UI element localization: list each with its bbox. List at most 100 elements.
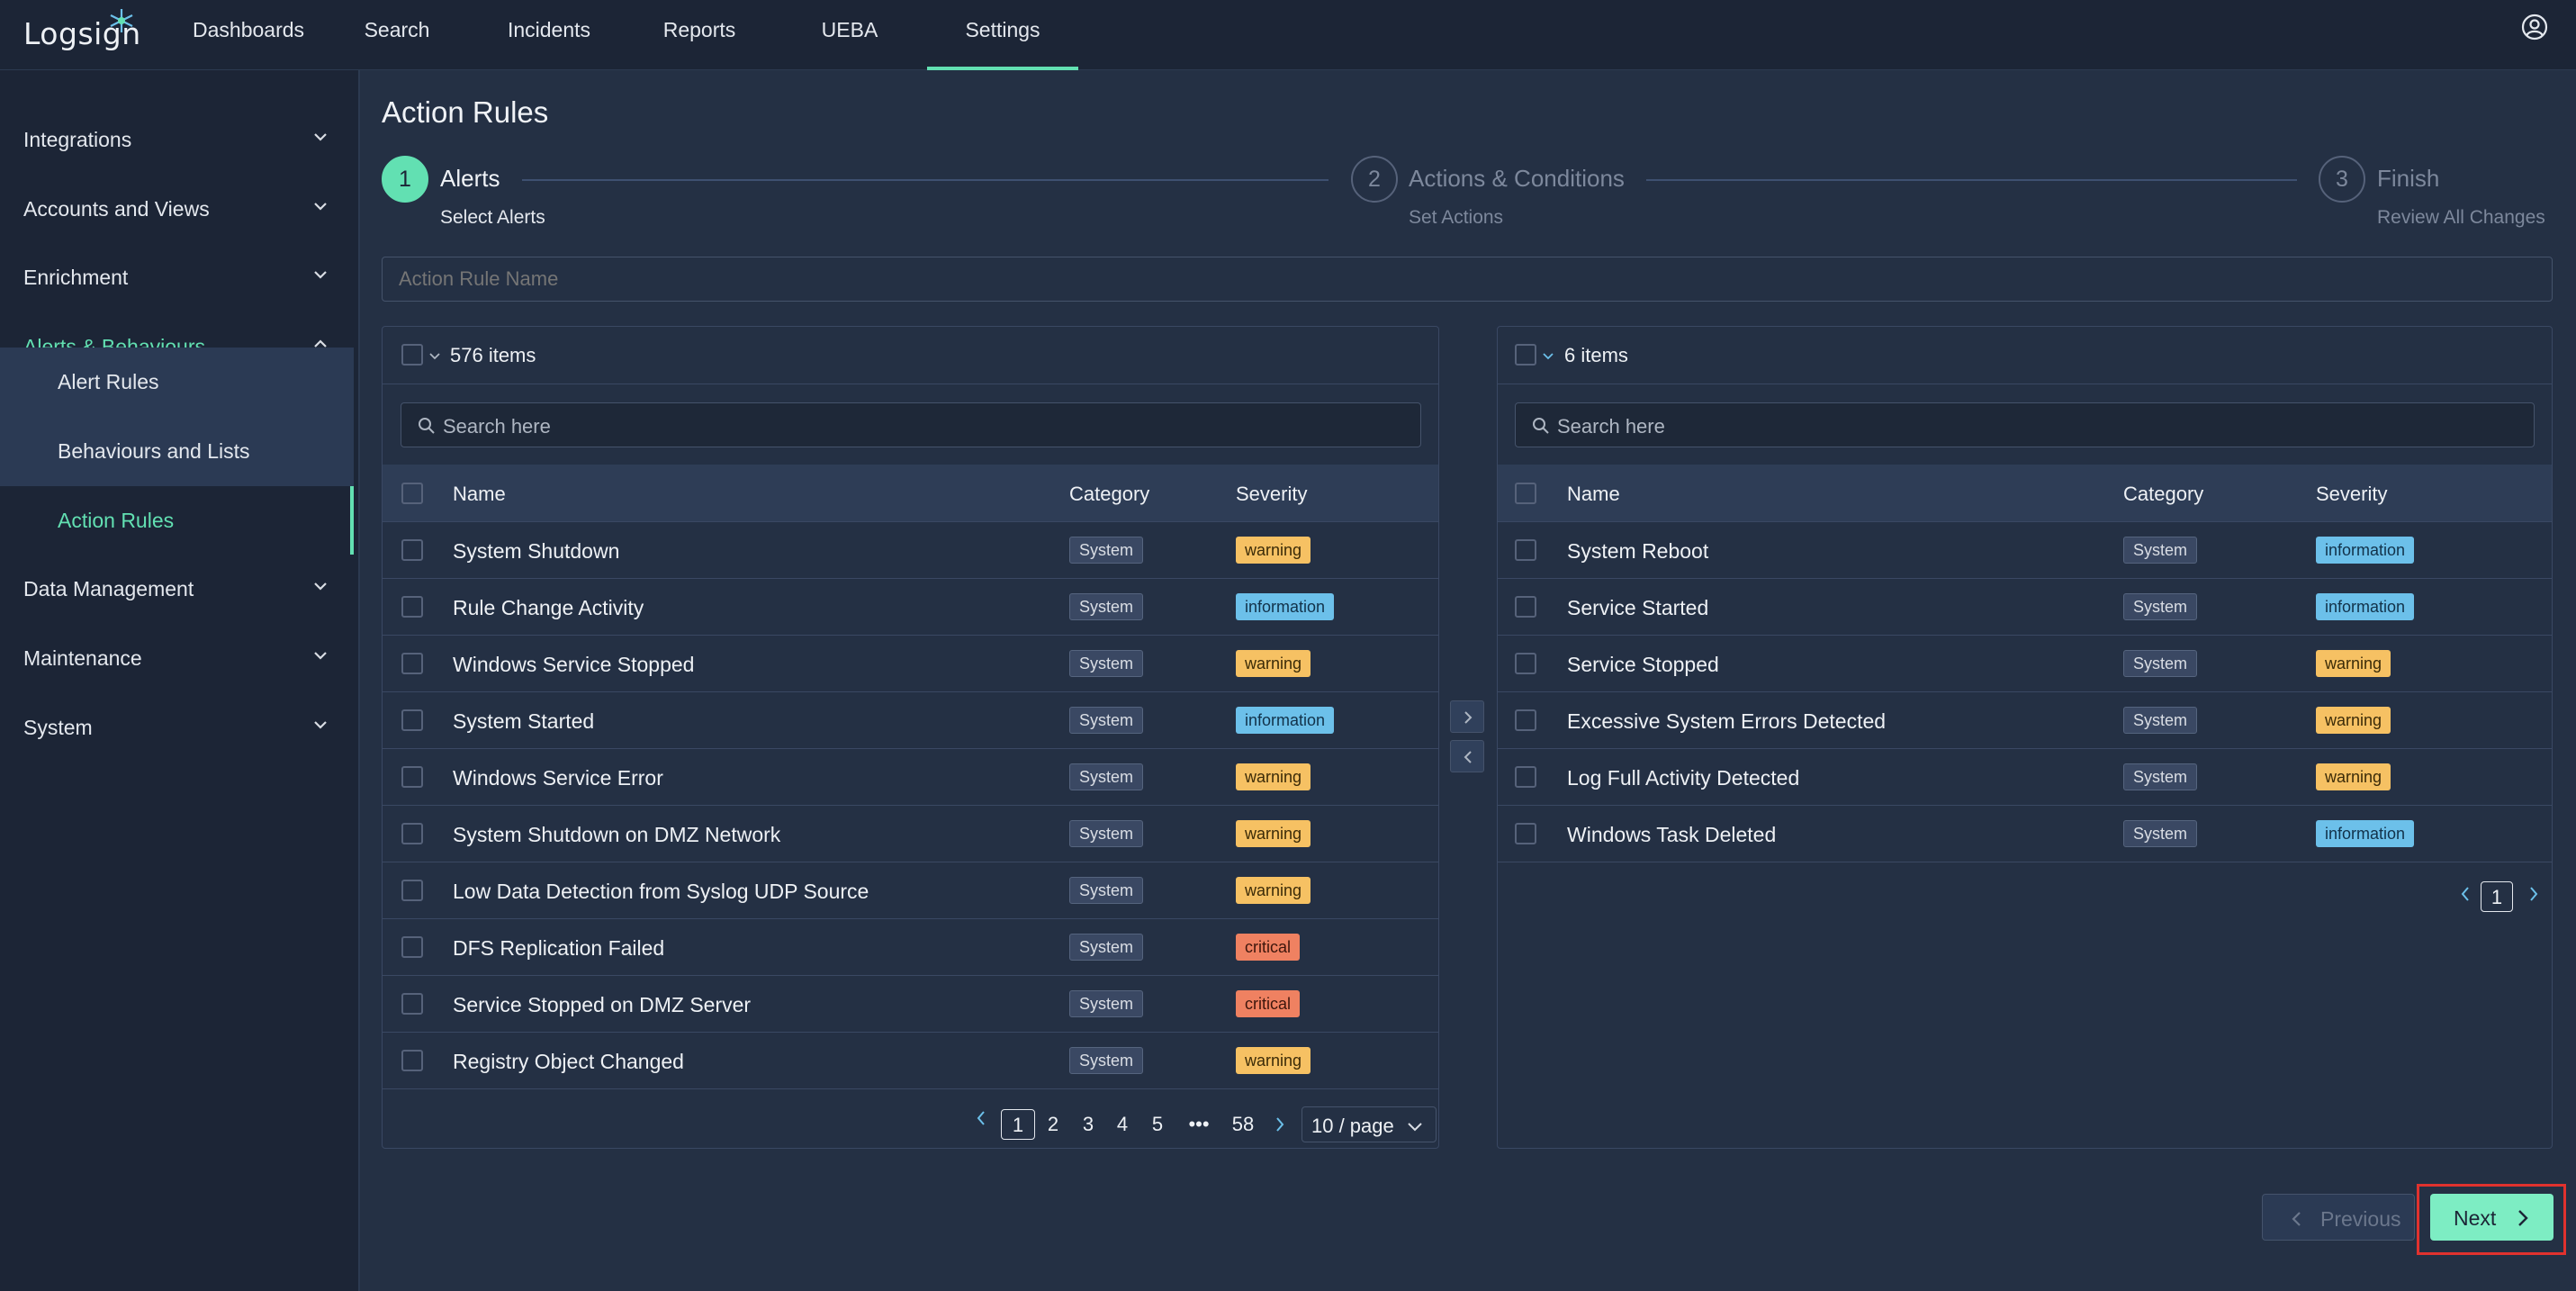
action-rule-name-input[interactable] xyxy=(382,257,2553,302)
page-2[interactable]: 2 xyxy=(1044,1109,1062,1140)
page-4[interactable]: 4 xyxy=(1113,1109,1131,1140)
nav-ueba[interactable]: UEBA xyxy=(815,18,884,70)
nav-settings[interactable]: Settings xyxy=(927,18,1078,70)
severity-tag: warning xyxy=(1236,1047,1311,1074)
header-checkbox[interactable] xyxy=(401,483,423,504)
table-row[interactable]: Windows Service Stopped System warning xyxy=(383,636,1438,692)
page-1[interactable]: 1 xyxy=(1001,1109,1035,1140)
sidebar-item-alert-rules[interactable]: Alert Rules xyxy=(0,348,354,416)
move-right-button[interactable] xyxy=(1450,700,1484,733)
category-tag: System xyxy=(1069,763,1144,790)
table-row[interactable]: Excessive System Errors Detected System wa… xyxy=(1498,692,2552,749)
severity-tag: information xyxy=(2316,537,2415,564)
table-row[interactable]: System Reboot System information xyxy=(1498,522,2552,579)
table-row[interactable]: System Shutdown on DMZ Network System warn… xyxy=(383,806,1438,862)
prev-page-icon[interactable] xyxy=(975,1109,987,1127)
chevron-down-icon xyxy=(314,203,327,211)
row-checkbox[interactable] xyxy=(401,539,423,561)
table-row[interactable]: Service Started System information xyxy=(1498,579,2552,636)
table-row[interactable]: Windows Service Error System warning xyxy=(383,749,1438,806)
user-account-icon[interactable] xyxy=(2520,13,2549,41)
row-checkbox[interactable] xyxy=(1515,823,1536,844)
previous-label: Previous xyxy=(2320,1207,2401,1231)
row-checkbox[interactable] xyxy=(401,1050,423,1071)
header-checkbox[interactable] xyxy=(1515,483,1536,504)
sidebar-item-integrations[interactable]: Integrations xyxy=(0,105,356,174)
table-row[interactable]: Rule Change Activity System information xyxy=(383,579,1438,636)
severity-tag: warning xyxy=(2316,650,2391,677)
chevron-down-icon[interactable] xyxy=(1542,352,1554,361)
table-row[interactable]: Registry Object Changed System warning xyxy=(383,1033,1438,1089)
sidebar-item-maintenance[interactable]: Maintenance xyxy=(0,624,356,692)
row-checkbox[interactable] xyxy=(1515,653,1536,674)
table-row[interactable]: Windows Task Deleted System information xyxy=(1498,806,2552,862)
chevron-down-icon[interactable] xyxy=(428,352,441,361)
table-row[interactable]: System Started System information xyxy=(383,692,1438,749)
page-1[interactable]: 1 xyxy=(2481,881,2513,912)
page-5[interactable]: 5 xyxy=(1148,1109,1166,1140)
category-tag: System xyxy=(2123,707,2198,734)
severity-tag: warning xyxy=(1236,877,1311,904)
page-size-value: 10 / page xyxy=(1311,1115,1394,1137)
table-row[interactable]: Low Data Detection from Syslog UDP Sourc… xyxy=(383,862,1438,919)
alert-name: Windows Service Error xyxy=(453,766,663,790)
page-3[interactable]: 3 xyxy=(1079,1109,1097,1140)
alert-name: Service Stopped on DMZ Server xyxy=(453,993,752,1016)
row-checkbox[interactable] xyxy=(1515,766,1536,788)
select-all-checkbox[interactable] xyxy=(1515,344,1536,366)
prev-page-icon[interactable] xyxy=(2459,885,2472,903)
severity-tag: warning xyxy=(1236,537,1311,564)
severity-tag: information xyxy=(1236,707,1335,734)
sidebar-item-action-rules[interactable]: Action Rules xyxy=(0,486,354,555)
row-checkbox[interactable] xyxy=(401,709,423,731)
sidebar-item-label: Enrichment xyxy=(23,266,129,289)
row-checkbox[interactable] xyxy=(401,823,423,844)
nav-incidents[interactable]: Incidents xyxy=(504,18,594,70)
next-button[interactable]: Next xyxy=(2430,1194,2553,1241)
source-search-input[interactable]: Search here xyxy=(401,402,1421,447)
row-checkbox[interactable] xyxy=(1515,596,1536,618)
table-row[interactable]: System Shutdown System warning xyxy=(383,522,1438,579)
sidebar-item-accounts-and-views[interactable]: Accounts and Views xyxy=(0,175,356,243)
chevron-down-icon xyxy=(314,721,327,729)
select-all-checkbox[interactable] xyxy=(401,344,423,366)
nav-dashboards[interactable]: Dashboards xyxy=(193,18,304,70)
sidebar-item-label: Accounts and Views xyxy=(23,197,210,221)
settings-sidebar: Integrations Accounts and Views Enrichme… xyxy=(0,70,360,1291)
row-checkbox[interactable] xyxy=(1515,709,1536,731)
sidebar-item-data-management[interactable]: Data Management xyxy=(0,555,356,623)
row-checkbox[interactable] xyxy=(401,653,423,674)
page-58[interactable]: 58 xyxy=(1228,1109,1258,1140)
page-size-select[interactable]: 10 / page xyxy=(1302,1106,1437,1142)
table-row[interactable]: DFS Replication Failed System critical xyxy=(383,919,1438,976)
target-search-input[interactable]: Search here xyxy=(1515,402,2535,447)
move-left-button[interactable] xyxy=(1450,740,1484,772)
sidebar-item-system[interactable]: System xyxy=(0,693,356,762)
page-ellipsis[interactable]: ••• xyxy=(1183,1109,1215,1140)
row-checkbox[interactable] xyxy=(401,880,423,901)
chevron-right-icon xyxy=(1464,711,1473,724)
sidebar-item-behaviours-and-lists[interactable]: Behaviours and Lists xyxy=(0,417,354,485)
table-row[interactable]: Service Stopped on DMZ Server System criti… xyxy=(383,976,1438,1033)
previous-button[interactable]: Previous xyxy=(2262,1194,2415,1241)
row-checkbox[interactable] xyxy=(401,766,423,788)
sidebar-item-label: Action Rules xyxy=(58,509,175,532)
next-page-icon[interactable] xyxy=(1274,1115,1286,1133)
sidebar-item-label: Alert Rules xyxy=(58,370,159,393)
step-1-subtitle: Select Alerts xyxy=(440,207,545,228)
alert-name: Service Started xyxy=(1567,596,1709,619)
next-page-icon[interactable] xyxy=(2527,885,2540,903)
row-checkbox[interactable] xyxy=(401,993,423,1015)
severity-tag: warning xyxy=(1236,650,1311,677)
step-connector xyxy=(1646,179,2297,181)
table-row[interactable]: Service Stopped System warning xyxy=(1498,636,2552,692)
table-row[interactable]: Log Full Activity Detected System warning xyxy=(1498,749,2552,806)
sidebar-item-enrichment[interactable]: Enrichment xyxy=(0,243,356,311)
nav-reports[interactable]: Reports xyxy=(661,18,738,70)
sidebar-item-label: Maintenance xyxy=(23,646,142,670)
step-1-circle: 1 xyxy=(382,156,428,203)
row-checkbox[interactable] xyxy=(401,596,423,618)
nav-search[interactable]: Search xyxy=(358,18,436,70)
row-checkbox[interactable] xyxy=(1515,539,1536,561)
row-checkbox[interactable] xyxy=(401,936,423,958)
